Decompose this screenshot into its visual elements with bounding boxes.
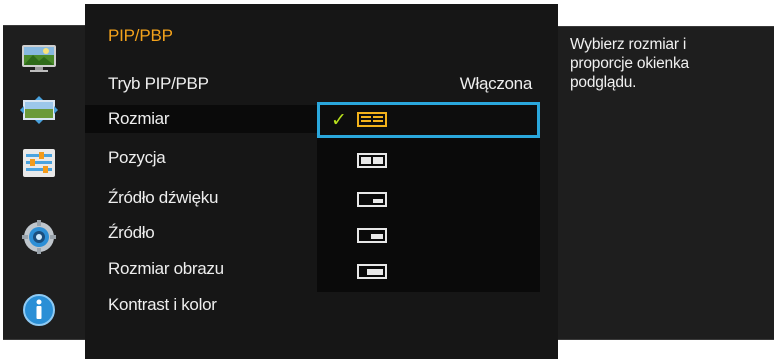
menu-item-pozycja[interactable]: Pozycja (85, 144, 318, 172)
menu-item-zrodlo[interactable]: Źródło (85, 219, 318, 247)
menu-item-label: Rozmiar (108, 109, 170, 128)
split-equal-icon (357, 112, 387, 127)
help-text: Wybierz rozmiar i proporcje okienka podg… (570, 36, 689, 91)
menu-item-label: Kontrast i kolor (108, 295, 217, 314)
pip-small-icon (357, 192, 387, 207)
menu-item-label: Tryb PIP/PBP (108, 74, 209, 93)
pip-settings-icon[interactable] (19, 145, 59, 181)
settings-gear-icon[interactable] (19, 219, 59, 255)
osd-window: PIP/PBP Tryb PIP/PBP Włączona Rozmiar Po… (0, 0, 774, 361)
size-options-list: ✓ (317, 102, 540, 292)
screen-size-icon[interactable] (19, 92, 59, 128)
picture-icon[interactable] (19, 40, 59, 76)
help-panel: Wybierz rozmiar i proporcje okienka podg… (558, 26, 774, 340)
menu-item-label: Rozmiar obrazu (108, 259, 224, 278)
pip-pbp-menu: PIP/PBP Tryb PIP/PBP Włączona Rozmiar Po… (85, 4, 558, 359)
size-option-pip-medium[interactable] (317, 218, 540, 254)
category-sidebar (3, 25, 85, 340)
size-option-pip-small[interactable] (317, 182, 540, 218)
menu-item-zrodlo-dzwieku[interactable]: Źródło dźwięku (85, 184, 318, 212)
menu-title: PIP/PBP (108, 26, 173, 45)
menu-item-rozmiar-obrazu[interactable]: Rozmiar obrazu (85, 255, 318, 283)
size-option-split-equal[interactable]: ✓ (317, 102, 540, 138)
menu-item-label: Źródło (108, 223, 155, 242)
info-icon[interactable] (19, 292, 59, 328)
menu-item-rozmiar[interactable]: Rozmiar (85, 105, 318, 133)
pip-mode-value: Włączona (459, 74, 533, 93)
pip-medium-icon (357, 228, 387, 243)
size-option-pip-large[interactable] (317, 254, 540, 290)
split-screen-icon (357, 153, 387, 168)
menu-item-tryb-pip-pbp[interactable]: Tryb PIP/PBP (85, 70, 318, 98)
size-option-split-equal-alt[interactable] (317, 143, 540, 179)
check-icon: ✓ (331, 110, 347, 131)
menu-item-label: Źródło dźwięku (108, 188, 219, 207)
menu-item-label: Pozycja (108, 148, 166, 167)
pip-large-icon (357, 264, 387, 279)
menu-item-kontrast-i-kolor[interactable]: Kontrast i kolor (85, 291, 318, 319)
